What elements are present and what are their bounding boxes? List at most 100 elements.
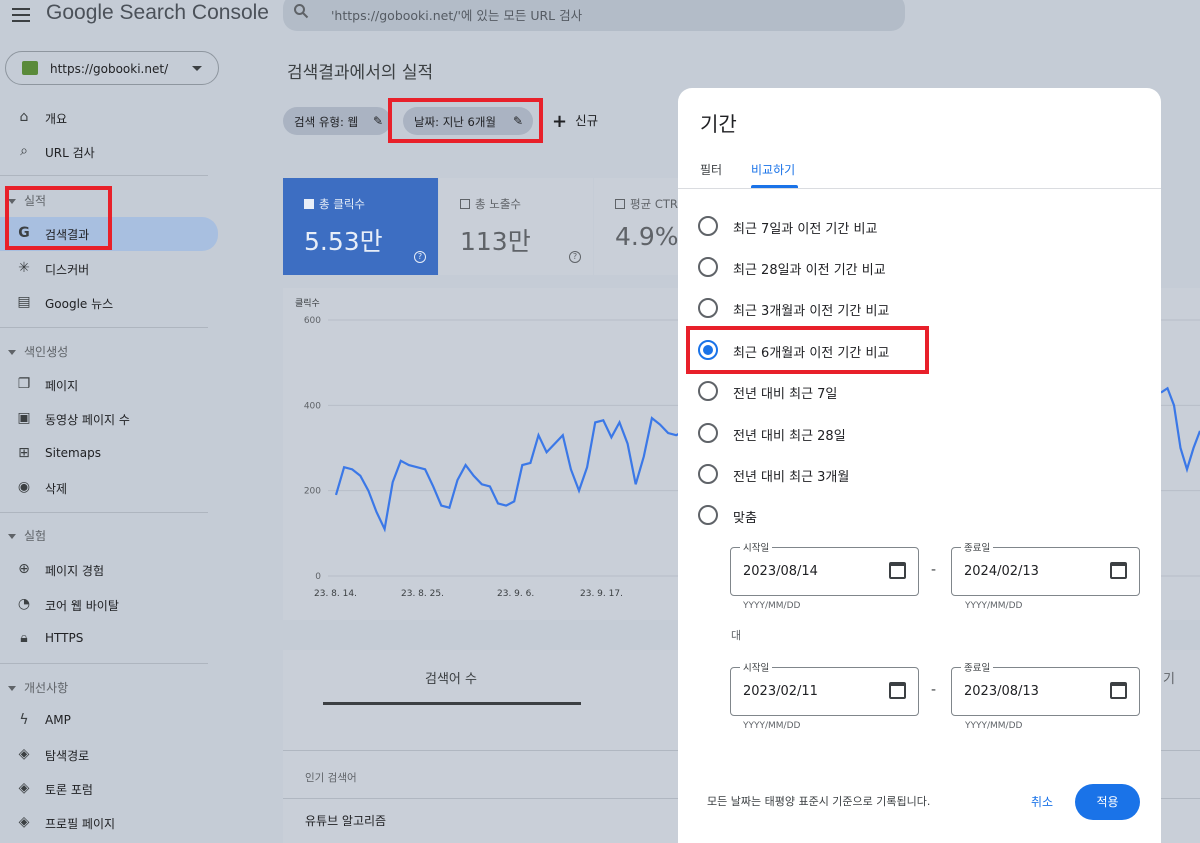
field-value: 2023/08/14 xyxy=(743,564,818,579)
sidebar-item-url-inspection[interactable]: ⌕ URL 검사 xyxy=(0,135,218,167)
range-dash: - xyxy=(931,562,937,578)
help-icon[interactable]: ? xyxy=(414,251,426,263)
radio-button[interactable] xyxy=(698,381,718,401)
sidebar-item-core-web-vitals[interactable]: ◔ 코어 웹 바이탈 xyxy=(0,588,218,620)
filter-chip-search-type[interactable]: 검색 유형: 웹 ✎ xyxy=(283,107,391,135)
calendar-icon[interactable] xyxy=(889,682,906,699)
radio-button[interactable] xyxy=(698,423,718,443)
sidebar-item-removals[interactable]: ◉ 삭제 xyxy=(0,471,218,503)
tab-underline xyxy=(323,702,581,705)
option-yoy-28-days[interactable]: 전년 대비 최근 28일 xyxy=(698,418,1098,448)
x-tick-label: 23. 8. 14. xyxy=(314,589,357,599)
table-row[interactable]: 유튜브 알고리즘 xyxy=(305,812,386,829)
sidebar-item-label: 동영상 페이지 수 xyxy=(45,413,130,427)
field-value: 2024/02/13 xyxy=(964,564,1039,579)
sidebar-item-discussion-forum[interactable]: ◈ 토론 포럼 xyxy=(0,772,218,804)
highlight-box xyxy=(388,98,543,143)
calendar-icon[interactable] xyxy=(1110,562,1127,579)
y-tick-label: 600 xyxy=(304,316,321,326)
sidebar-item-label: Google 뉴스 xyxy=(45,297,114,311)
sidebar-item-label: 페이지 xyxy=(45,379,79,393)
range2-end-date-field[interactable]: 종료일 2023/08/13 xyxy=(951,660,1140,716)
url-inspection-search[interactable]: 'https://gobooki.net/'에 있는 모든 URL 검사 xyxy=(283,0,905,31)
option-last-28-days[interactable]: 최근 28일과 이전 기간 비교 xyxy=(698,252,1098,282)
option-last-3-months[interactable]: 최근 3개월과 이전 기간 비교 xyxy=(698,293,1098,323)
y-axis-label: 클릭수 xyxy=(295,297,320,309)
sidebar-item-label: AMP xyxy=(45,713,71,727)
format-hint: YYYY/MM/DD xyxy=(965,601,1023,611)
sidebar-item-overview[interactable]: ⌂ 개요 xyxy=(0,101,218,133)
tab-partial[interactable]: 기 xyxy=(1163,668,1175,687)
news-icon: ▤ xyxy=(17,294,31,310)
sidebar-item-google-news[interactable]: ▤ Google 뉴스 xyxy=(0,286,218,318)
sidebar-item-label: 페이지 경험 xyxy=(45,564,105,578)
sidebar-item-label: 개요 xyxy=(45,112,68,126)
section-indexing[interactable]: 색인생성 xyxy=(8,343,68,360)
option-custom[interactable]: 맞춤 xyxy=(698,500,1098,530)
tab-queries[interactable]: 검색어 수 xyxy=(425,668,477,687)
field-label: 종료일 xyxy=(961,540,994,554)
new-filter-button[interactable]: + 신규 xyxy=(552,110,598,132)
metric-card-clicks[interactable]: 총 클릭수 5.53만 ? xyxy=(283,178,438,275)
highlight-box xyxy=(686,326,929,374)
gauge-icon: ◔ xyxy=(17,596,31,612)
x-tick-label: 23. 8. 25. xyxy=(401,589,444,599)
layers-icon: ◈ xyxy=(18,746,30,762)
range2-start-date-field[interactable]: 시작일 2023/02/11 xyxy=(730,660,919,716)
help-icon[interactable]: ? xyxy=(569,251,581,263)
option-label: 맞춤 xyxy=(733,511,757,526)
option-yoy-7-days[interactable]: 전년 대비 최근 7일 xyxy=(698,376,1098,406)
asterisk-icon: ✳ xyxy=(18,260,30,276)
metric-card-impressions[interactable]: 총 노출수 113만 ? xyxy=(439,178,593,275)
range-dash: - xyxy=(931,682,937,698)
sidebar-item-label: 프로필 페이지 xyxy=(45,817,116,831)
sitemap-icon: ⊞ xyxy=(18,445,30,461)
section-experience[interactable]: 실험 xyxy=(8,527,46,544)
sidebar-item-page-experience[interactable]: ⊕ 페이지 경험 xyxy=(0,553,218,585)
sidebar-item-label: 토론 포럼 xyxy=(45,783,93,797)
calendar-icon[interactable] xyxy=(889,562,906,579)
range1-end-date-field[interactable]: 종료일 2024/02/13 xyxy=(951,540,1140,596)
sidebar-item-discover[interactable]: ✳ 디스커버 xyxy=(0,252,218,284)
format-hint: YYYY/MM/DD xyxy=(965,721,1023,731)
radio-button[interactable] xyxy=(698,464,718,484)
radio-button[interactable] xyxy=(698,505,718,525)
menu-icon[interactable] xyxy=(12,8,30,22)
sidebar-item-label: HTTPS xyxy=(45,631,84,645)
section-enhancements[interactable]: 개선사항 xyxy=(8,679,68,696)
range1-start-date-field[interactable]: 시작일 2023/08/14 xyxy=(730,540,919,596)
page-title: 검색결과에서의 실적 xyxy=(287,63,434,83)
app-logo[interactable]: Google Search Console xyxy=(46,1,269,25)
sidebar-item-sitemaps[interactable]: ⊞ Sitemaps xyxy=(0,437,218,469)
sidebar-item-video-pages[interactable]: ▣ 동영상 페이지 수 xyxy=(0,402,218,434)
tab-compare[interactable]: 비교하기 xyxy=(751,161,795,178)
metric-label: 총 노출수 xyxy=(475,197,521,211)
field-label: 시작일 xyxy=(740,660,773,674)
layers-icon: ◈ xyxy=(18,814,30,830)
sidebar-item-amp[interactable]: ϟ AMP xyxy=(0,704,218,736)
tab-filter[interactable]: 필터 xyxy=(700,161,722,178)
sidebar-item-pages[interactable]: ❐ 페이지 xyxy=(0,368,218,400)
field-value: 2023/08/13 xyxy=(964,684,1039,699)
radio-button[interactable] xyxy=(698,257,718,277)
field-value: 2023/02/11 xyxy=(743,684,818,699)
pages-icon: ❐ xyxy=(17,376,31,392)
sidebar-item-https[interactable]: 🔒︎ HTTPS xyxy=(0,622,218,654)
radio-button[interactable] xyxy=(698,298,718,318)
option-last-7-days[interactable]: 최근 7일과 이전 기간 비교 xyxy=(698,211,1098,241)
column-header-top-queries: 인기 검색어 xyxy=(305,772,357,784)
calendar-icon[interactable] xyxy=(1110,682,1127,699)
property-selector[interactable]: https://gobooki.net/ xyxy=(5,51,219,85)
metric-card-ctr[interactable]: 평균 CTR 4.9% xyxy=(594,178,684,275)
cancel-button[interactable]: 취소 xyxy=(1017,786,1067,818)
sidebar-item-breadcrumbs[interactable]: ◈ 탐색경로 xyxy=(0,738,218,770)
apply-button[interactable]: 적용 xyxy=(1075,784,1140,820)
radio-button[interactable] xyxy=(698,216,718,236)
option-yoy-3-months[interactable]: 전년 대비 최근 3개월 xyxy=(698,459,1098,489)
format-hint: YYYY/MM/DD xyxy=(743,601,801,611)
video-pages-icon: ▣ xyxy=(17,410,31,426)
divider xyxy=(0,512,208,513)
sidebar-item-profile-page[interactable]: ◈ 프로필 페이지 xyxy=(0,806,218,838)
metric-value: 113만 xyxy=(460,227,531,256)
sidebar-item-label: Sitemaps xyxy=(45,446,101,460)
